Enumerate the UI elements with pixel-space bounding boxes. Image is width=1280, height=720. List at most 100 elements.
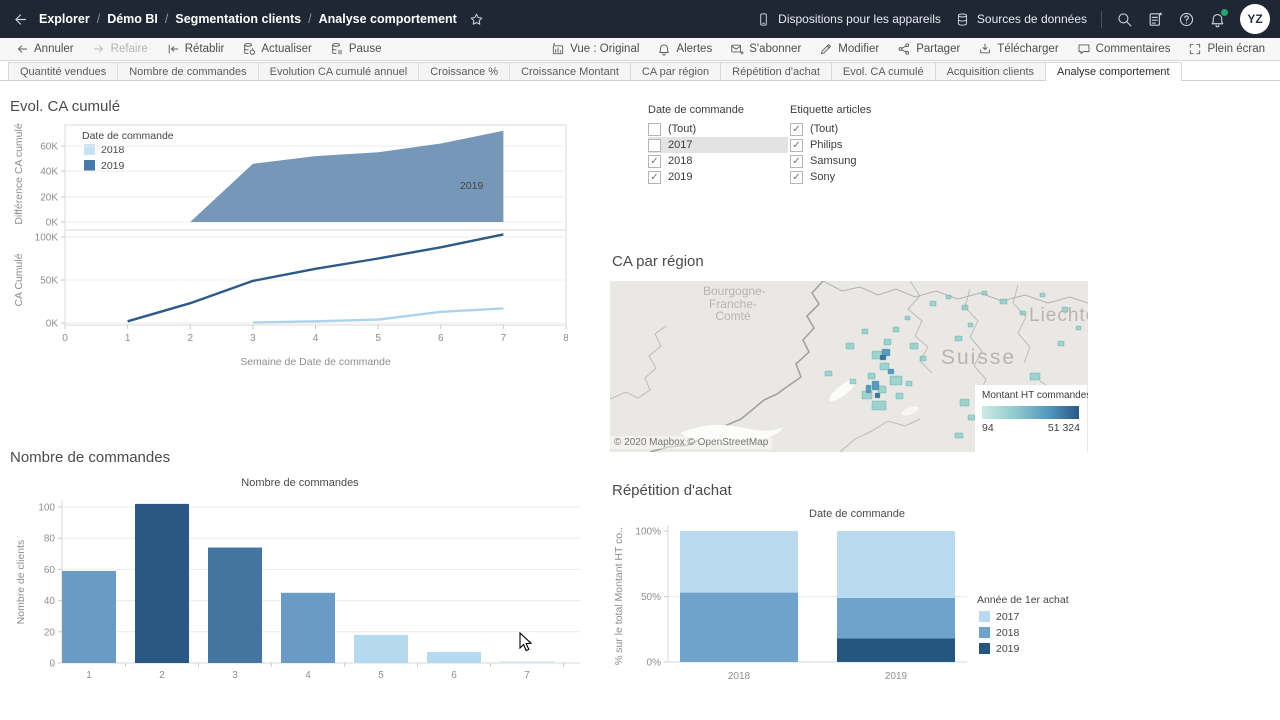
- toolbar-t-l-charger-button[interactable]: Télécharger: [969, 38, 1067, 60]
- map-region-mark[interactable]: [890, 376, 902, 385]
- map-region-mark[interactable]: [905, 316, 910, 320]
- bar-commandes-2[interactable]: [135, 504, 189, 663]
- my-content-icon[interactable]: [1147, 11, 1164, 28]
- map-region-mark[interactable]: [1030, 373, 1040, 380]
- filter-option-2018[interactable]: ✓2018: [648, 153, 788, 169]
- map-region-mark[interactable]: [872, 381, 879, 390]
- legend-label[interactable]: 2017: [996, 611, 1020, 623]
- stack-2019-cohort-2017[interactable]: [837, 531, 955, 598]
- checkbox-unchecked[interactable]: [648, 123, 661, 136]
- search-icon[interactable]: [1116, 11, 1133, 28]
- stack-2018-cohort-2017[interactable]: [680, 531, 798, 593]
- legend-swatch-2017[interactable]: [979, 611, 990, 622]
- bar-commandes-5[interactable]: [354, 635, 408, 663]
- repetition-achat-chart[interactable]: Date de commande0%50%100%20182019% sur l…: [612, 505, 1112, 697]
- tab-evol-ca-cumul-[interactable]: Evol. CA cumulé: [832, 62, 936, 80]
- map-region-mark[interactable]: [946, 295, 951, 299]
- breadcrumb-item-d-mo-bi[interactable]: Démo BI: [107, 12, 158, 26]
- toolbar-plein-cran-button[interactable]: Plein écran: [1179, 38, 1274, 60]
- legend-swatch-2019[interactable]: [84, 160, 95, 171]
- toolbar-vue-original-button[interactable]: Vue : Original: [542, 38, 648, 60]
- map-region-mark[interactable]: [1058, 341, 1064, 346]
- tab-nombre-de-commandes[interactable]: Nombre de commandes: [118, 62, 258, 80]
- evol-ca-cumule-chart[interactable]: Date de commande201820190K20K40K60K0K50K…: [8, 123, 568, 375]
- toolbar-pause-button[interactable]: Pause: [321, 38, 391, 60]
- nombre-de-commandes-chart[interactable]: Nombre de commandes0204060801001234567No…: [10, 472, 590, 698]
- legend-swatch-2019[interactable]: [979, 643, 990, 654]
- map-region-mark[interactable]: [955, 336, 962, 341]
- bar-commandes-1[interactable]: [62, 571, 116, 663]
- map-region-mark[interactable]: [962, 305, 968, 310]
- map-region-mark[interactable]: [850, 379, 856, 384]
- map-region-mark[interactable]: [1000, 299, 1007, 304]
- map-region-mark[interactable]: [968, 323, 973, 327]
- favorite-star-icon[interactable]: [469, 12, 484, 27]
- checkbox-checked[interactable]: ✓: [648, 171, 661, 184]
- breadcrumb-item-analyse-comportement[interactable]: Analyse comportement: [319, 12, 457, 26]
- tab-acquisition-clients[interactable]: Acquisition clients: [936, 62, 1046, 80]
- legend-label[interactable]: 2019: [101, 160, 125, 172]
- map-region-mark[interactable]: [920, 356, 926, 361]
- dispositions-pour-les-appareils-button[interactable]: Dispositions pour les appareils: [756, 12, 941, 27]
- filter-option-tout[interactable]: (Tout): [648, 121, 788, 137]
- breadcrumb-item-segmentation-clients[interactable]: Segmentation clients: [175, 12, 301, 26]
- map-region-mark[interactable]: [955, 433, 963, 438]
- tab-quantit-vendues[interactable]: Quantité vendues: [8, 62, 118, 80]
- toolbar-alertes-button[interactable]: Alertes: [648, 38, 721, 60]
- checkbox-checked[interactable]: ✓: [790, 171, 803, 184]
- checkbox-checked[interactable]: ✓: [790, 123, 803, 136]
- area-2019-difference[interactable]: [190, 131, 503, 222]
- filter-option-2019[interactable]: ✓2019: [648, 169, 788, 185]
- map-region-mark[interactable]: [868, 373, 875, 379]
- map-region-mark[interactable]: [872, 401, 886, 410]
- bar-commandes-3[interactable]: [208, 548, 262, 663]
- toolbar-modifier-button[interactable]: Modifier: [810, 38, 888, 60]
- toolbar-commentaires-button[interactable]: Commentaires: [1068, 38, 1180, 60]
- map-region-mark[interactable]: [910, 343, 918, 349]
- map-region-mark[interactable]: [884, 339, 891, 345]
- line-2018-cumul[interactable]: [253, 308, 504, 322]
- filter-option-philips[interactable]: ✓Philips: [790, 137, 930, 153]
- map-region-mark[interactable]: [875, 393, 880, 398]
- map-region-mark[interactable]: [825, 371, 832, 376]
- checkbox-checked[interactable]: ✓: [790, 139, 803, 152]
- back-icon[interactable]: [12, 11, 29, 28]
- map-region-mark[interactable]: [930, 301, 936, 306]
- bar-commandes-4[interactable]: [281, 593, 335, 663]
- toolbar-s-abonner-button[interactable]: S'abonner: [721, 38, 810, 60]
- map-region-mark[interactable]: [862, 329, 868, 334]
- sources-de-donn-es-button[interactable]: Sources de données: [955, 12, 1087, 27]
- user-avatar[interactable]: YZ: [1240, 4, 1270, 34]
- tab-ca-par-r-gion[interactable]: CA par région: [631, 62, 721, 80]
- bar-commandes-6[interactable]: [427, 652, 481, 663]
- map-region-mark[interactable]: [1040, 293, 1045, 297]
- filter-option-sony[interactable]: ✓Sony: [790, 169, 930, 185]
- notifications-icon[interactable]: [1209, 11, 1226, 28]
- breadcrumb-item-explorer[interactable]: Explorer: [39, 12, 90, 26]
- tab-analyse-comportement[interactable]: Analyse comportement: [1046, 62, 1182, 81]
- map-region-mark[interactable]: [880, 363, 889, 370]
- map-region-mark[interactable]: [866, 385, 871, 393]
- toolbar-r-tablir-button[interactable]: Rétablir: [157, 38, 234, 60]
- filter-option-samsung[interactable]: ✓Samsung: [790, 153, 930, 169]
- toolbar-partager-button[interactable]: Partager: [888, 38, 969, 60]
- map-region-mark[interactable]: [893, 327, 899, 332]
- toolbar-annuler-button[interactable]: Annuler: [6, 38, 83, 60]
- map-region-mark[interactable]: [960, 399, 969, 406]
- stack-2019-cohort-2018[interactable]: [837, 598, 955, 639]
- tab-r-p-tition-d-achat[interactable]: Répétition d'achat: [721, 62, 832, 80]
- map-region-mark[interactable]: [1020, 311, 1026, 315]
- map-region-mark[interactable]: [1062, 307, 1068, 312]
- map-region-mark[interactable]: [968, 415, 975, 420]
- toolbar-actualiser-button[interactable]: Actualiser: [233, 38, 321, 60]
- checkbox-checked[interactable]: ✓: [790, 155, 803, 168]
- map-region-mark[interactable]: [888, 369, 894, 374]
- stack-2018-cohort-2018[interactable]: [680, 593, 798, 662]
- checkbox-unchecked[interactable]: [648, 139, 661, 152]
- legend-swatch-2018[interactable]: [979, 627, 990, 638]
- ca-par-region-map[interactable]: Bourgogne- Franche- Comté Suisse Liechte…: [610, 281, 1088, 452]
- legend-label[interactable]: 2018: [996, 627, 1020, 639]
- map-region-mark[interactable]: [982, 291, 987, 295]
- legend-label[interactable]: 2019: [996, 643, 1020, 655]
- map-region-mark[interactable]: [846, 343, 854, 349]
